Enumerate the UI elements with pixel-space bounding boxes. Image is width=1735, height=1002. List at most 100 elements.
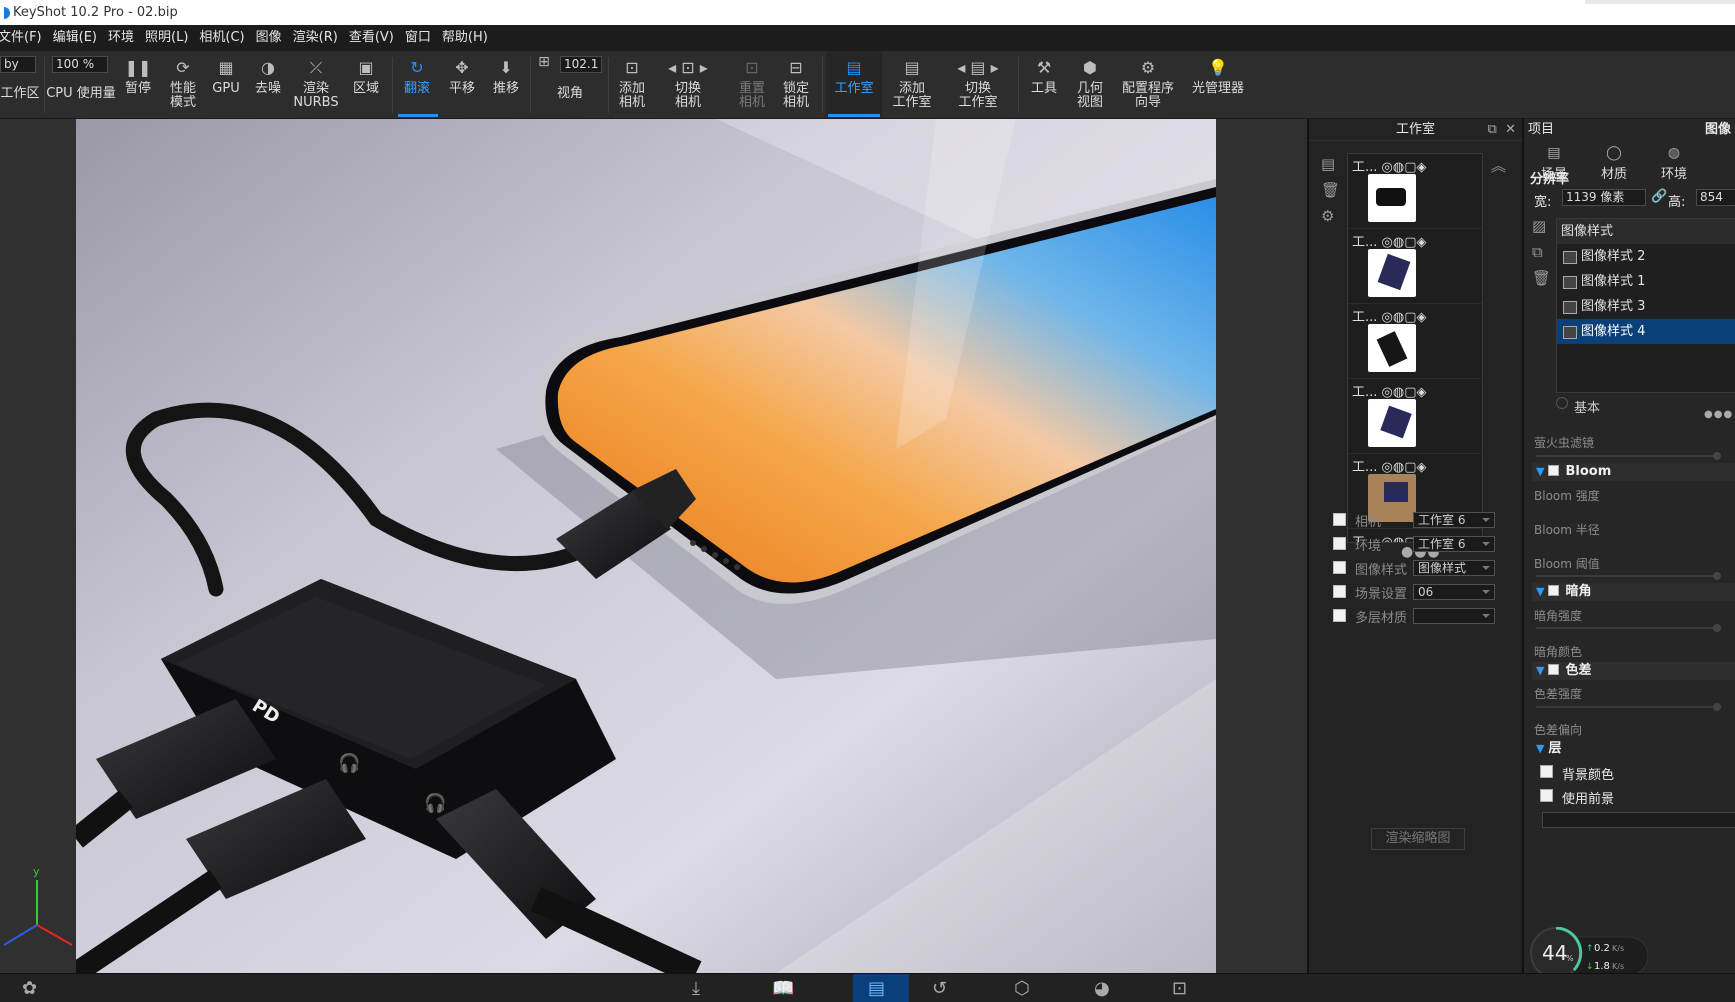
workspace-select[interactable]: by	[0, 56, 36, 73]
tools-button[interactable]: ⚒ 工具	[1024, 51, 1064, 117]
vignette-strength-slider[interactable]	[1536, 624, 1721, 632]
tumble-button[interactable]: ↻ 翻滚	[396, 51, 438, 117]
import-icon[interactable]: ⤓	[692, 978, 700, 1000]
environment-dropdown[interactable]: 工作室 6	[1413, 536, 1495, 552]
chevron-down-icon: ▼	[1536, 465, 1545, 478]
collapse-up-icon[interactable]: ︽	[1491, 155, 1506, 176]
image-style-list[interactable]: 图像样式 图像样式 2 图像样式 1 图像样式 3 图像样式 4	[1556, 218, 1735, 393]
region-button[interactable]: ▣ 区域	[346, 51, 386, 117]
reset-camera-button[interactable]: ⊡ 重置 相机	[732, 51, 772, 117]
render-icon[interactable]: ◕	[1094, 978, 1110, 1000]
keyshotxr-icon[interactable]: ⬡	[1014, 978, 1030, 1000]
close-icon[interactable]: ✕	[1505, 122, 1516, 137]
light-bulb-icon: 💡	[1208, 58, 1228, 77]
configurator-wizard-button[interactable]: ⚙ 配置程序 向导	[1116, 51, 1180, 117]
image-style-item[interactable]: 图像样式 1	[1557, 269, 1735, 294]
vignette-checkbox[interactable]	[1548, 585, 1560, 596]
bloom-section[interactable]: ▼ Bloom	[1532, 463, 1735, 481]
bloom-checkbox[interactable]	[1548, 465, 1560, 476]
performance-mode-button[interactable]: ⟳ 性能 模式	[160, 51, 206, 117]
width-label: 宽:	[1534, 195, 1552, 210]
switch-studio-button[interactable]: ◂ ▤ ▸ 切换 工作室	[948, 51, 1008, 117]
studio-list[interactable]: 工... ◎◍▢◈ 工... ◎◍▢◈ 工... ◎◍▢◈ 工... ◎◍▢◈ …	[1347, 153, 1483, 543]
gpu-button[interactable]: ▦ GPU	[206, 51, 246, 117]
image-style-icon[interactable]: ▨	[1532, 217, 1546, 235]
environment-checkbox[interactable]	[1333, 537, 1346, 550]
delete-icon[interactable]: 🗑	[1532, 269, 1551, 287]
menu-edit[interactable]: 编辑(E)	[49, 25, 101, 51]
tab-environment[interactable]: ◍ 环境	[1644, 143, 1704, 185]
switch-camera-button[interactable]: ◂ ⊡ ▸ 切换 相机	[660, 51, 716, 117]
bloom-threshold-slider[interactable]	[1536, 572, 1721, 580]
view-angle-input[interactable]: 102.1	[560, 56, 602, 73]
render-view[interactable]: PD 🎧 🎧	[76, 119, 1216, 973]
tab-material[interactable]: ◯ 材质	[1584, 143, 1644, 185]
lock-camera-button[interactable]: ⊟ 锁定 相机	[776, 51, 816, 117]
layers-section[interactable]: ▼ 层	[1532, 740, 1735, 758]
pause-button[interactable]: ❚❚ 暂停	[120, 51, 156, 117]
cpu-usage-select[interactable]: 100 %	[52, 56, 108, 73]
studio-item[interactable]: 工... ◎◍▢◈	[1348, 229, 1482, 304]
firefly-filter-slider[interactable]	[1536, 452, 1721, 460]
chromatic-section[interactable]: ▼ 色差	[1532, 662, 1735, 680]
delete-icon[interactable]: 🗑	[1321, 181, 1340, 199]
multi-material-dropdown[interactable]	[1413, 608, 1495, 624]
pan-button[interactable]: ✥ 平移	[442, 51, 482, 117]
project-panel-title: 项目	[1528, 122, 1555, 137]
studio-item[interactable]: 工... ◎◍▢◈	[1348, 379, 1482, 454]
menu-view[interactable]: 查看(V)	[345, 25, 398, 51]
denoise-button[interactable]: ◑ 去噪	[248, 51, 288, 117]
menu-window[interactable]: 窗口	[401, 25, 435, 51]
add-studio-icon[interactable]: ▤	[1321, 155, 1335, 173]
chromatic-strength-slider[interactable]	[1536, 703, 1721, 711]
menu-environment[interactable]: 环境	[104, 25, 138, 51]
animation-icon[interactable]: ↺	[932, 978, 947, 1000]
multi-material-checkbox[interactable]	[1333, 609, 1346, 622]
render-thumbnail-button[interactable]: 渲染缩略图	[1371, 828, 1465, 850]
image-style-item-selected[interactable]: 图像样式 4	[1557, 319, 1735, 344]
undock-icon[interactable]: ⧉	[1488, 122, 1497, 137]
menu-lighting[interactable]: 照明(L)	[141, 25, 192, 51]
studio-item[interactable]: 工... ◎◍▢◈	[1348, 154, 1482, 229]
vignette-color-label: 暗角颜色	[1534, 645, 1583, 659]
background-color-checkbox[interactable]	[1540, 765, 1553, 778]
scene-settings-checkbox[interactable]	[1333, 585, 1346, 598]
screenshot-icon[interactable]: ⊡	[1172, 978, 1187, 1000]
scene-settings-dropdown[interactable]: 06	[1413, 584, 1495, 600]
more-dots-icon[interactable]: ●●●	[1704, 409, 1733, 420]
image-style-item[interactable]: 图像样式 3	[1557, 294, 1735, 319]
project-icon[interactable]: ▤	[868, 978, 885, 1000]
resolution-label: 分辨率	[1530, 172, 1570, 187]
add-studio-button[interactable]: ▤ 添加 工作室	[884, 51, 940, 117]
image-tab-title[interactable]: 图像	[1705, 119, 1731, 141]
duplicate-icon[interactable]: ⧉	[1532, 243, 1543, 261]
camera-checkbox[interactable]	[1333, 513, 1346, 526]
image-style-item[interactable]: 图像样式 2	[1557, 244, 1735, 269]
height-input[interactable]: 854	[1696, 189, 1735, 206]
settings-gear-icon[interactable]: ⚙	[1321, 207, 1334, 225]
use-foreground-checkbox[interactable]	[1540, 789, 1553, 802]
library-icon[interactable]: 📖	[772, 978, 794, 1000]
basic-radio[interactable]	[1556, 397, 1568, 409]
menu-camera[interactable]: 相机(C)	[195, 25, 248, 51]
menu-help[interactable]: 帮助(H)	[438, 25, 492, 51]
menu-file[interactable]: 文件(F)	[0, 25, 46, 51]
studio-item[interactable]: 工... ◎◍▢◈	[1348, 304, 1482, 379]
width-input[interactable]: 1139 像素	[1562, 189, 1646, 206]
menu-image[interactable]: 图像	[252, 25, 286, 51]
image-style-checkbox[interactable]	[1333, 561, 1346, 574]
cloud-library-icon[interactable]: ✿	[22, 978, 37, 1000]
studio-button[interactable]: ▤ 工作室	[826, 51, 882, 117]
render-nurbs-button[interactable]: ⤫ 渲染 NURBS	[293, 51, 338, 117]
geometry-view-button[interactable]: ⬢ 几何 视图	[1068, 51, 1112, 117]
camera-dropdown[interactable]: 工作室 6	[1413, 512, 1495, 528]
link-icon[interactable]: 🔗	[1651, 189, 1667, 204]
light-manager-button[interactable]: 💡 光管理器	[1188, 51, 1248, 117]
menu-render[interactable]: 渲染(R)	[289, 25, 342, 51]
foreground-path-input[interactable]	[1542, 812, 1735, 828]
chromatic-checkbox[interactable]	[1548, 664, 1560, 675]
image-style-dropdown[interactable]: 图像样式	[1413, 560, 1495, 576]
dolly-button[interactable]: ⬇ 推移	[486, 51, 526, 117]
add-camera-button[interactable]: ⊡ 添加 相机	[612, 51, 652, 117]
vignette-section[interactable]: ▼ 暗角	[1532, 583, 1735, 601]
